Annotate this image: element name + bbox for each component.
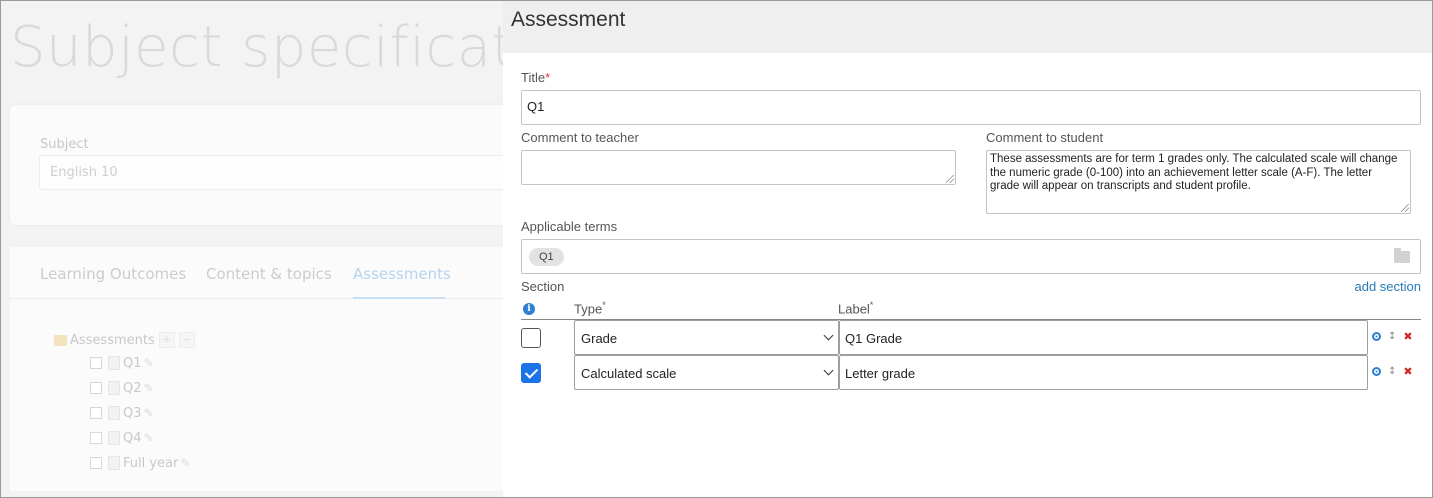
term-chip[interactable]: Q1 (529, 248, 564, 266)
required-mark: * (602, 300, 606, 310)
info-icon[interactable]: i (523, 303, 535, 315)
tree-item-label: Q2 (123, 380, 142, 396)
label-input-value: Letter grade (845, 366, 916, 381)
tab-learning-outcomes: Learning Outcomes (40, 265, 187, 283)
move-icon[interactable]: ↕ (1388, 332, 1396, 342)
row-actions: ↕ ✖ (1372, 331, 1413, 342)
move-icon[interactable]: ↕ (1388, 367, 1396, 377)
document-icon (108, 456, 120, 470)
collapse-node-icon: − (178, 332, 195, 348)
required-mark: * (545, 70, 551, 85)
pencil-icon: ✎ (143, 356, 154, 370)
tab-content-topics: Content & topics (206, 265, 332, 283)
row-actions: ↕ ✖ (1372, 366, 1413, 377)
gear-icon[interactable] (1372, 367, 1381, 376)
assessment-panel: Assessment Title* Q1 Comment to teacher … (503, 1, 1432, 497)
tree-item: Q2 ✎ (90, 379, 154, 397)
type-select-value: Calculated scale (581, 366, 677, 381)
tree-item: Q1 ✎ (90, 354, 154, 372)
delete-icon[interactable]: ✖ (1403, 331, 1412, 342)
comment-student-value: These assessments are for term 1 grades … (990, 153, 1398, 192)
pencil-icon: ✎ (143, 406, 154, 420)
document-icon (108, 431, 120, 445)
tab-assessments: Assessments (353, 265, 451, 283)
label-input-value: Q1 Grade (845, 331, 903, 346)
comment-teacher-label: Comment to teacher (521, 130, 639, 145)
tree-item: Full year ✎ (90, 454, 190, 472)
tree-root: Assessments + − (54, 331, 195, 349)
title-label-text: Title (521, 70, 546, 85)
add-section-link[interactable]: add section (1355, 279, 1422, 294)
label-column-header: Label* (838, 300, 873, 316)
title-input[interactable]: Q1 (521, 90, 1421, 125)
chevron-down-icon (823, 330, 834, 341)
tree-item-label: Q3 (123, 405, 142, 421)
panel-header: Assessment (503, 1, 1432, 53)
chevron-down-icon (823, 365, 834, 376)
comment-teacher-textarea[interactable] (521, 150, 956, 185)
subject-label: Subject (40, 137, 89, 152)
pencil-icon: ✎ (143, 431, 154, 445)
applicable-terms-label: Applicable terms (521, 219, 618, 234)
applicable-terms-field[interactable]: Q1 (521, 239, 1421, 274)
tree-checkbox (90, 457, 102, 469)
type-header-text: Type (574, 301, 603, 317)
panel-title: Assessment (511, 8, 626, 31)
subject-value: English 10 (50, 165, 118, 180)
tree-checkbox (90, 432, 102, 444)
pencil-icon: ✎ (180, 456, 191, 470)
required-mark: * (869, 300, 874, 310)
document-icon (108, 381, 120, 395)
add-node-icon: + (158, 332, 175, 348)
document-icon (108, 406, 120, 420)
tree-item-label: Full year (123, 455, 179, 471)
resize-grip-icon[interactable] (946, 175, 954, 183)
folder-icon[interactable] (1394, 248, 1410, 263)
tabs-area: Learning Outcomes Content & topics Asses… (10, 247, 503, 491)
resize-grip-icon[interactable] (1401, 204, 1409, 212)
row-checkbox[interactable] (521, 363, 541, 383)
tree-item-label: Q1 (123, 355, 142, 371)
document-icon (108, 356, 120, 370)
background-page: Subject specification Subject English 10… (1, 1, 503, 497)
row-checkbox[interactable] (521, 328, 541, 348)
title-input-value: Q1 (527, 99, 545, 114)
label-input[interactable]: Q1 Grade (839, 320, 1368, 355)
comment-student-label: Comment to student (986, 130, 1104, 145)
tab-bar: Learning Outcomes Content & topics Asses… (10, 247, 503, 299)
section-label: Section (521, 279, 565, 294)
type-select-value: Grade (581, 331, 618, 346)
type-select[interactable]: Calculated scale (574, 355, 839, 390)
tree-item: Q3 ✎ (90, 404, 154, 422)
label-header-text: Label (838, 301, 870, 317)
tree-item-label: Q4 (123, 430, 142, 446)
subject-card: Subject English 10 (10, 105, 503, 225)
tree-root-label: Assessments (70, 332, 155, 348)
tree-item: Q4 ✎ (90, 429, 154, 447)
tree-checkbox (90, 357, 102, 369)
type-column-header: Type* (574, 300, 606, 316)
page-title: Subject specification (10, 15, 503, 80)
active-tab-indicator (353, 297, 445, 299)
tree-checkbox (90, 407, 102, 419)
type-select[interactable]: Grade (574, 320, 839, 355)
title-label: Title* (521, 70, 550, 85)
tree-checkbox (90, 382, 102, 394)
label-input[interactable]: Letter grade (839, 355, 1368, 390)
delete-icon[interactable]: ✖ (1403, 366, 1412, 377)
folder-icon (54, 334, 67, 346)
comment-student-textarea[interactable]: These assessments are for term 1 grades … (986, 150, 1411, 214)
pencil-icon: ✎ (143, 381, 154, 395)
subject-field: English 10 (39, 155, 503, 190)
gear-icon[interactable] (1372, 332, 1381, 341)
